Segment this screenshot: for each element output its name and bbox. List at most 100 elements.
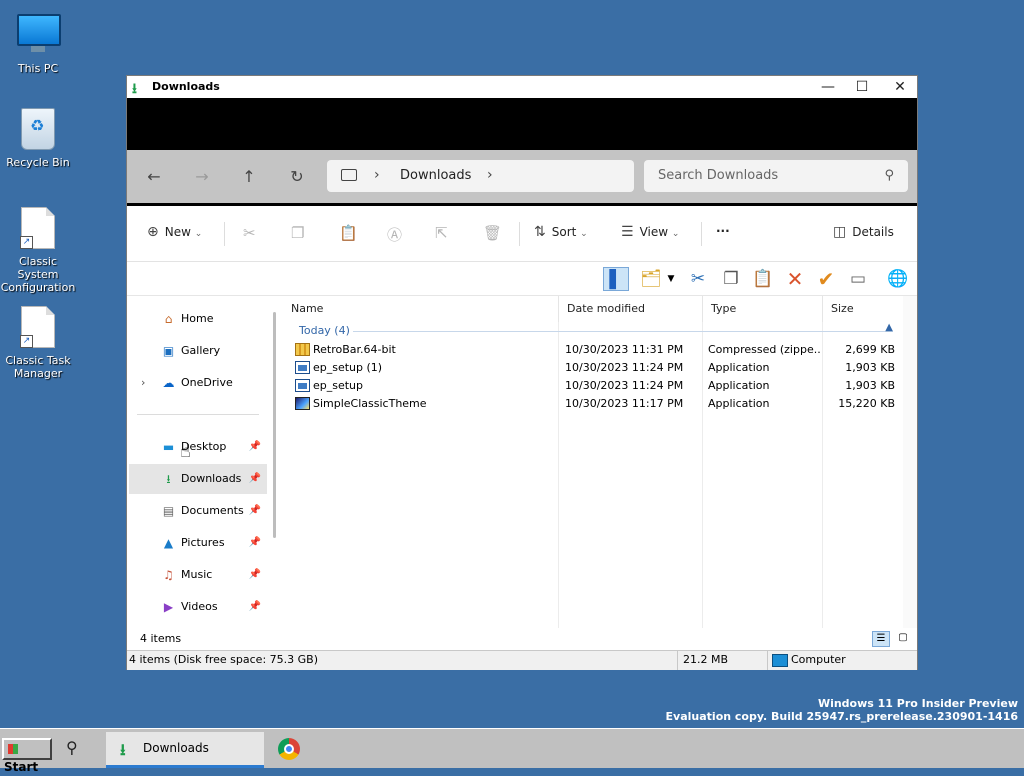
column-header-type[interactable]: Type: [703, 296, 823, 322]
view-button[interactable]: ☰ View ⌄: [621, 224, 679, 240]
file-row[interactable]: ep_setup (1) 10/30/2023 11:24 PM Applica…: [283, 359, 901, 377]
desktop-icon-classic-system-configuration[interactable]: ↗ Classic System Configuration: [0, 207, 76, 294]
navigation-bar: ← → ↑ ↻ › Downloads › Search Downloads ⚲: [127, 150, 917, 206]
column-header-date-modified[interactable]: Date modified: [559, 296, 703, 322]
column-header-name[interactable]: Name: [283, 296, 559, 322]
file-size: 15,220 KB: [838, 397, 895, 410]
nav-item-videos[interactable]: ▶ Videos 📌: [129, 592, 267, 622]
music-icon: ♫: [163, 568, 174, 582]
classic-status-bar: 4 items (Disk free space: 75.3 GB) 21.2 …: [127, 650, 917, 670]
nav-item-gallery[interactable]: ▣ Gallery: [129, 336, 267, 366]
column-header-size[interactable]: Size: [823, 296, 901, 322]
tiles-view-button[interactable]: ▢: [894, 631, 912, 647]
cut-button[interactable]: ✂: [685, 267, 711, 291]
nav-item-pictures[interactable]: ▲ Pictures 📌: [129, 528, 267, 558]
file-name: ep_setup: [313, 379, 364, 392]
properties-button[interactable]: ▭: [845, 267, 871, 291]
status-bar: 4 items ☰ ▢: [127, 628, 917, 650]
chevron-right-icon[interactable]: ›: [374, 167, 380, 183]
globe-icon: 🌐: [887, 269, 909, 289]
title-bar[interactable]: ⭳ Downloads — ☐ ✕: [127, 76, 917, 98]
network-button[interactable]: 🌐: [885, 267, 911, 291]
copy-button[interactable]: ❐: [291, 224, 304, 242]
desktop-icon-this-pc[interactable]: This PC: [0, 10, 76, 75]
start-button[interactable]: Start: [2, 738, 52, 774]
cut-button[interactable]: ✂: [243, 224, 256, 242]
pin-icon[interactable]: 📌: [249, 592, 261, 622]
desktop-icon-label: Classic System Configuration: [0, 255, 76, 294]
refresh-button[interactable]: ↻: [282, 162, 312, 192]
pin-icon[interactable]: 📌: [249, 464, 261, 494]
nav-item-music[interactable]: ♫ Music 📌: [129, 560, 267, 590]
navigation-pane-toggle-button[interactable]: ▌: [603, 267, 629, 291]
taskbar-button-downloads[interactable]: ⭳ Downloads: [106, 732, 264, 768]
windows-flag-icon: [8, 744, 18, 754]
group-header-today[interactable]: Today (4): [299, 322, 350, 340]
search-icon[interactable]: ⚲: [66, 738, 78, 757]
list-view-icon: ☰: [876, 633, 886, 644]
minimize-button[interactable]: —: [809, 76, 847, 98]
chevron-right-icon[interactable]: ›: [487, 167, 493, 183]
zone-label: Computer: [791, 653, 846, 666]
maximize-button[interactable]: ☐: [843, 76, 881, 98]
up-arrow-icon: ↑: [242, 167, 256, 186]
properties-icon: ▭: [849, 269, 867, 289]
pin-icon[interactable]: 📌: [249, 432, 261, 462]
file-row[interactable]: SimpleClassicTheme 10/30/2023 11:17 PM A…: [283, 395, 901, 413]
trash-icon: 🗑: [483, 224, 503, 242]
pin-icon[interactable]: 📌: [249, 528, 261, 558]
file-date: 10/30/2023 11:31 PM: [565, 343, 684, 356]
rename-button[interactable]: Ⓐ: [387, 224, 402, 245]
paste-button[interactable]: 📋: [339, 224, 358, 242]
back-button[interactable]: ←: [139, 162, 169, 192]
search-input[interactable]: Search Downloads: [658, 168, 778, 183]
breadcrumb-downloads[interactable]: Downloads: [400, 168, 471, 183]
address-bar[interactable]: › Downloads ›: [327, 160, 634, 192]
more-options-button[interactable]: ···: [716, 224, 730, 238]
pin-icon[interactable]: 📌: [249, 496, 261, 526]
up-button[interactable]: ↑: [234, 162, 264, 192]
paste-button[interactable]: 📋: [750, 267, 776, 291]
nav-item-documents[interactable]: ▤ Documents 📌: [129, 496, 267, 526]
nav-item-home[interactable]: ⌂ Home: [129, 304, 267, 334]
red-x-icon: ✕: [786, 267, 804, 291]
computer-icon: [772, 654, 788, 667]
pin-icon[interactable]: 📌: [249, 560, 261, 590]
share-button[interactable]: ⇱: [435, 224, 448, 242]
file-name: SimpleClassicTheme: [313, 397, 427, 410]
desktop-icon-classic-task-manager[interactable]: ↗ Classic Task Manager: [0, 306, 76, 380]
new-button[interactable]: ⊕ New ⌄: [147, 224, 202, 240]
document-shortcut-icon: ↗: [17, 306, 59, 348]
file-row[interactable]: RetroBar.64-bit 10/30/2023 11:31 PM Comp…: [283, 341, 901, 359]
sort-button[interactable]: ⇅ Sort ⌄: [534, 224, 588, 240]
confirm-button[interactable]: ✔: [813, 267, 839, 291]
nav-item-downloads[interactable]: ⭳ Downloads 📌: [129, 464, 267, 494]
chevron-right-icon[interactable]: ›: [141, 368, 145, 398]
select-button[interactable]: 🗂: [638, 267, 664, 291]
forward-button[interactable]: →: [187, 162, 217, 192]
file-list-scrollbar[interactable]: [903, 296, 917, 628]
application-icon: [295, 379, 310, 392]
close-button[interactable]: ✕: [881, 76, 919, 98]
search-box[interactable]: Search Downloads ⚲: [644, 160, 908, 192]
details-view-button[interactable]: ☰: [872, 631, 890, 647]
scissors-icon: ✂: [243, 224, 256, 242]
navigation-scrollbar[interactable]: [273, 312, 276, 538]
collapse-caret-icon[interactable]: ▲: [885, 322, 893, 333]
delete-button[interactable]: 🗑: [483, 224, 502, 242]
refresh-icon: ↻: [290, 167, 304, 186]
file-list: Name Date modified Type Size Today (4) ▲…: [283, 296, 901, 628]
copy-button[interactable]: ❐: [718, 267, 744, 291]
delete-button[interactable]: ✕: [782, 267, 808, 291]
file-date: 10/30/2023 11:17 PM: [565, 397, 684, 410]
chevron-down-icon[interactable]: ▼: [665, 267, 677, 291]
desktop-icon-recycle-bin[interactable]: ♻ Recycle Bin: [0, 108, 76, 169]
desktop-icon-label: Classic Task Manager: [5, 354, 71, 380]
file-row[interactable]: ep_setup 10/30/2023 11:24 PM Application…: [283, 377, 901, 395]
chrome-icon[interactable]: [278, 738, 300, 760]
file-type: Application: [708, 379, 770, 392]
status-divider: [767, 651, 768, 670]
details-button[interactable]: ◫ Details: [833, 224, 894, 240]
nav-item-desktop[interactable]: ▬ Desktop 📌: [129, 432, 267, 462]
nav-item-onedrive[interactable]: › ☁ OneDrive: [129, 368, 267, 398]
